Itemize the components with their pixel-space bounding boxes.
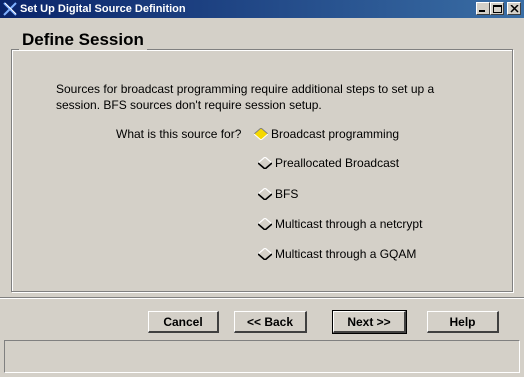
radio-label: Multicast through a netcrypt (275, 217, 423, 231)
radio-selected-icon (254, 128, 268, 140)
radio-unselected-icon (258, 248, 272, 260)
radio-label: Multicast through a GQAM (275, 247, 417, 261)
radio-unselected-icon (258, 157, 272, 169)
group-title: Define Session (19, 30, 147, 50)
minimize-icon (479, 10, 485, 12)
title-bar[interactable]: Set Up Digital Source Definition (0, 0, 524, 18)
maximize-icon (493, 5, 502, 13)
separator (0, 297, 524, 299)
next-button[interactable]: Next >> (332, 310, 407, 334)
status-bar (4, 340, 520, 373)
back-button[interactable]: << Back (234, 311, 307, 333)
maximize-button[interactable] (490, 2, 504, 15)
help-button[interactable]: Help (427, 311, 499, 333)
source-purpose-question: What is this source for? (116, 127, 242, 141)
radio-unselected-icon (258, 218, 272, 230)
radio-label: Preallocated Broadcast (275, 156, 400, 170)
close-icon (510, 5, 519, 13)
radio-label: BFS (275, 187, 299, 201)
close-button[interactable] (507, 2, 521, 15)
radio-unselected-icon (258, 188, 272, 200)
intro-text: Sources for broadcast programming requir… (56, 82, 435, 112)
cancel-button[interactable]: Cancel (148, 311, 219, 333)
app-x-icon (3, 2, 17, 16)
radio-label: Broadcast programming (271, 127, 400, 141)
minimize-button[interactable] (476, 2, 490, 15)
window-title: Set Up Digital Source Definition (20, 3, 186, 15)
